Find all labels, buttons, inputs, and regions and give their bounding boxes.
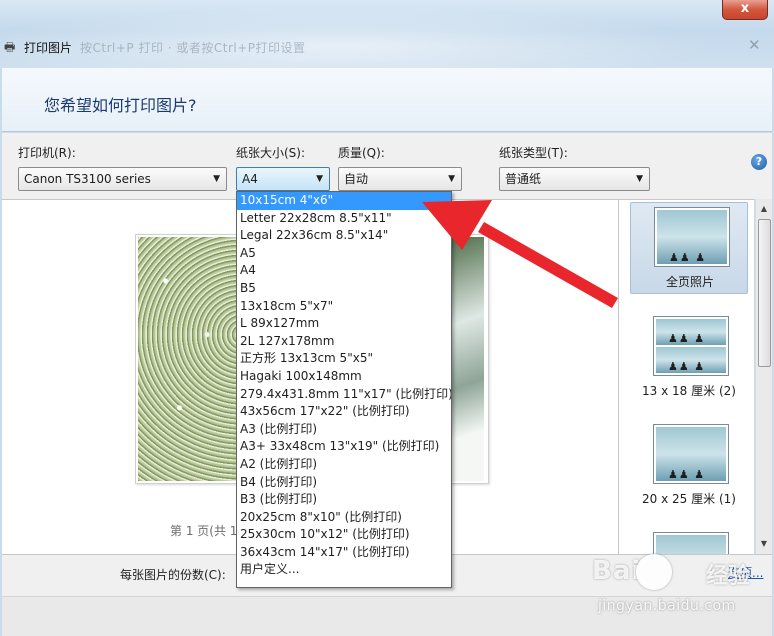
background-window-text: 按Ctrl+P 打印 · 或者按Ctrl+P打印设置	[80, 41, 306, 55]
baidu-watermark: Bai 经验 jingyan.baidu.com	[568, 548, 768, 628]
page-title: 您希望如何打印图片?	[44, 96, 197, 115]
layout-scrollbar[interactable]: ▲ ▼	[755, 199, 772, 554]
layout-thumbnail	[654, 207, 730, 267]
watermark-brand-text: Bai	[592, 556, 642, 586]
close-button[interactable]: x	[722, 0, 768, 20]
paper-size-label: 纸张大小(S):	[236, 146, 306, 160]
dropdown-option[interactable]: A2 (比例打印)	[237, 456, 451, 474]
dropdown-option[interactable]: 25x30cm 10"x12" (比例打印)	[237, 526, 451, 544]
printer-select-value: Canon TS3100 series	[24, 172, 151, 186]
photo-preview-edge	[448, 237, 484, 481]
dropdown-option[interactable]: 279.4x431.8mm 11"x17" (比例打印)	[237, 386, 451, 404]
chevron-down-icon: ▼	[316, 174, 323, 184]
scrollbar-thumb[interactable]	[758, 219, 771, 367]
dropdown-option[interactable]: B5	[237, 280, 451, 298]
chevron-down-icon: ▼	[636, 174, 643, 184]
background-close-icon: ✕	[748, 36, 761, 54]
printer-label: 打印机(R):	[18, 146, 76, 160]
paper-size-select[interactable]: A4 ▼	[236, 167, 330, 191]
quality-label: 质量(Q):	[338, 146, 385, 160]
watermark-url: jingyan.baidu.com	[598, 598, 736, 614]
layout-label: 全页照片	[665, 275, 714, 289]
chevron-down-icon: ▼	[213, 174, 220, 184]
window-title: 打印图片	[24, 41, 73, 55]
watermark-brand-suffix: 经验	[706, 564, 751, 589]
copies-label: 每张图片的份数(C):	[120, 568, 226, 582]
paper-type-select-value: 普通纸	[505, 172, 542, 186]
dropdown-option[interactable]: 43x56cm 17"x22" (比例打印)	[237, 403, 451, 421]
printer-icon: 🖶	[4, 40, 16, 54]
layout-label: 13 x 18 厘米 (2)	[642, 384, 736, 398]
dropdown-option[interactable]: Letter 22x28cm 8.5"x11"	[237, 210, 451, 228]
dropdown-option[interactable]: Legal 22x36cm 8.5"x14"	[237, 227, 451, 245]
paper-size-dropdown-list[interactable]: 10x15cm 4"x6" Letter 22x28cm 8.5"x11" Lega…	[236, 191, 452, 588]
dropdown-option[interactable]: A4	[237, 262, 451, 280]
dropdown-option[interactable]: B4 (比例打印)	[237, 474, 451, 492]
layout-item-13x18[interactable]: 13 x 18 厘米 (2)	[630, 312, 748, 404]
layout-item-20x25[interactable]: 20 x 25 厘米 (1)	[630, 420, 748, 512]
quality-select[interactable]: 自动 ▼	[338, 167, 462, 191]
dropdown-option[interactable]: A3+ 33x48cm 13"x19" (比例打印)	[237, 438, 451, 456]
help-icon[interactable]: ?	[751, 154, 767, 170]
dropdown-option[interactable]: A3 (比例打印)	[237, 421, 451, 439]
title-bar-glow	[0, 0, 774, 68]
paw-icon	[636, 554, 672, 590]
layout-item-full-page[interactable]: 全页照片	[630, 202, 748, 294]
dropdown-option[interactable]: B3 (比例打印)	[237, 491, 451, 509]
layout-thumbnail	[653, 424, 729, 484]
scroll-up-icon[interactable]: ▲	[756, 201, 772, 217]
dropdown-option[interactable]: 20x25cm 8"x10" (比例打印)	[237, 509, 451, 527]
dropdown-option[interactable]: L 89x127mm	[237, 315, 451, 333]
dropdown-option[interactable]: 正方形 13x13cm 5"x5"	[237, 350, 451, 368]
layout-label: 20 x 25 厘米 (1)	[642, 492, 736, 506]
printer-select[interactable]: Canon TS3100 series ▼	[18, 167, 227, 191]
paper-type-select[interactable]: 普通纸 ▼	[499, 167, 650, 191]
dropdown-option[interactable]: A5	[237, 245, 451, 263]
dropdown-option[interactable]: 13x18cm 5"x7"	[237, 298, 451, 316]
page-indicator: 第 1 页(共 1	[170, 524, 238, 538]
dropdown-option[interactable]: Hagaki 100x148mm	[237, 368, 451, 386]
dropdown-option[interactable]: 2L 127x178mm	[237, 333, 451, 351]
paper-type-label: 纸张类型(T):	[499, 146, 568, 160]
chevron-down-icon: ▼	[448, 174, 455, 184]
dropdown-option[interactable]: 36x43cm 14"x17" (比例打印)	[237, 544, 451, 562]
dropdown-option[interactable]: 10x15cm 4"x6"	[237, 192, 451, 210]
layout-thumbnail	[653, 316, 729, 376]
paper-size-select-value: A4	[242, 172, 258, 186]
quality-select-value: 自动	[344, 172, 369, 186]
dropdown-option[interactable]: 用户定义...	[237, 561, 451, 579]
